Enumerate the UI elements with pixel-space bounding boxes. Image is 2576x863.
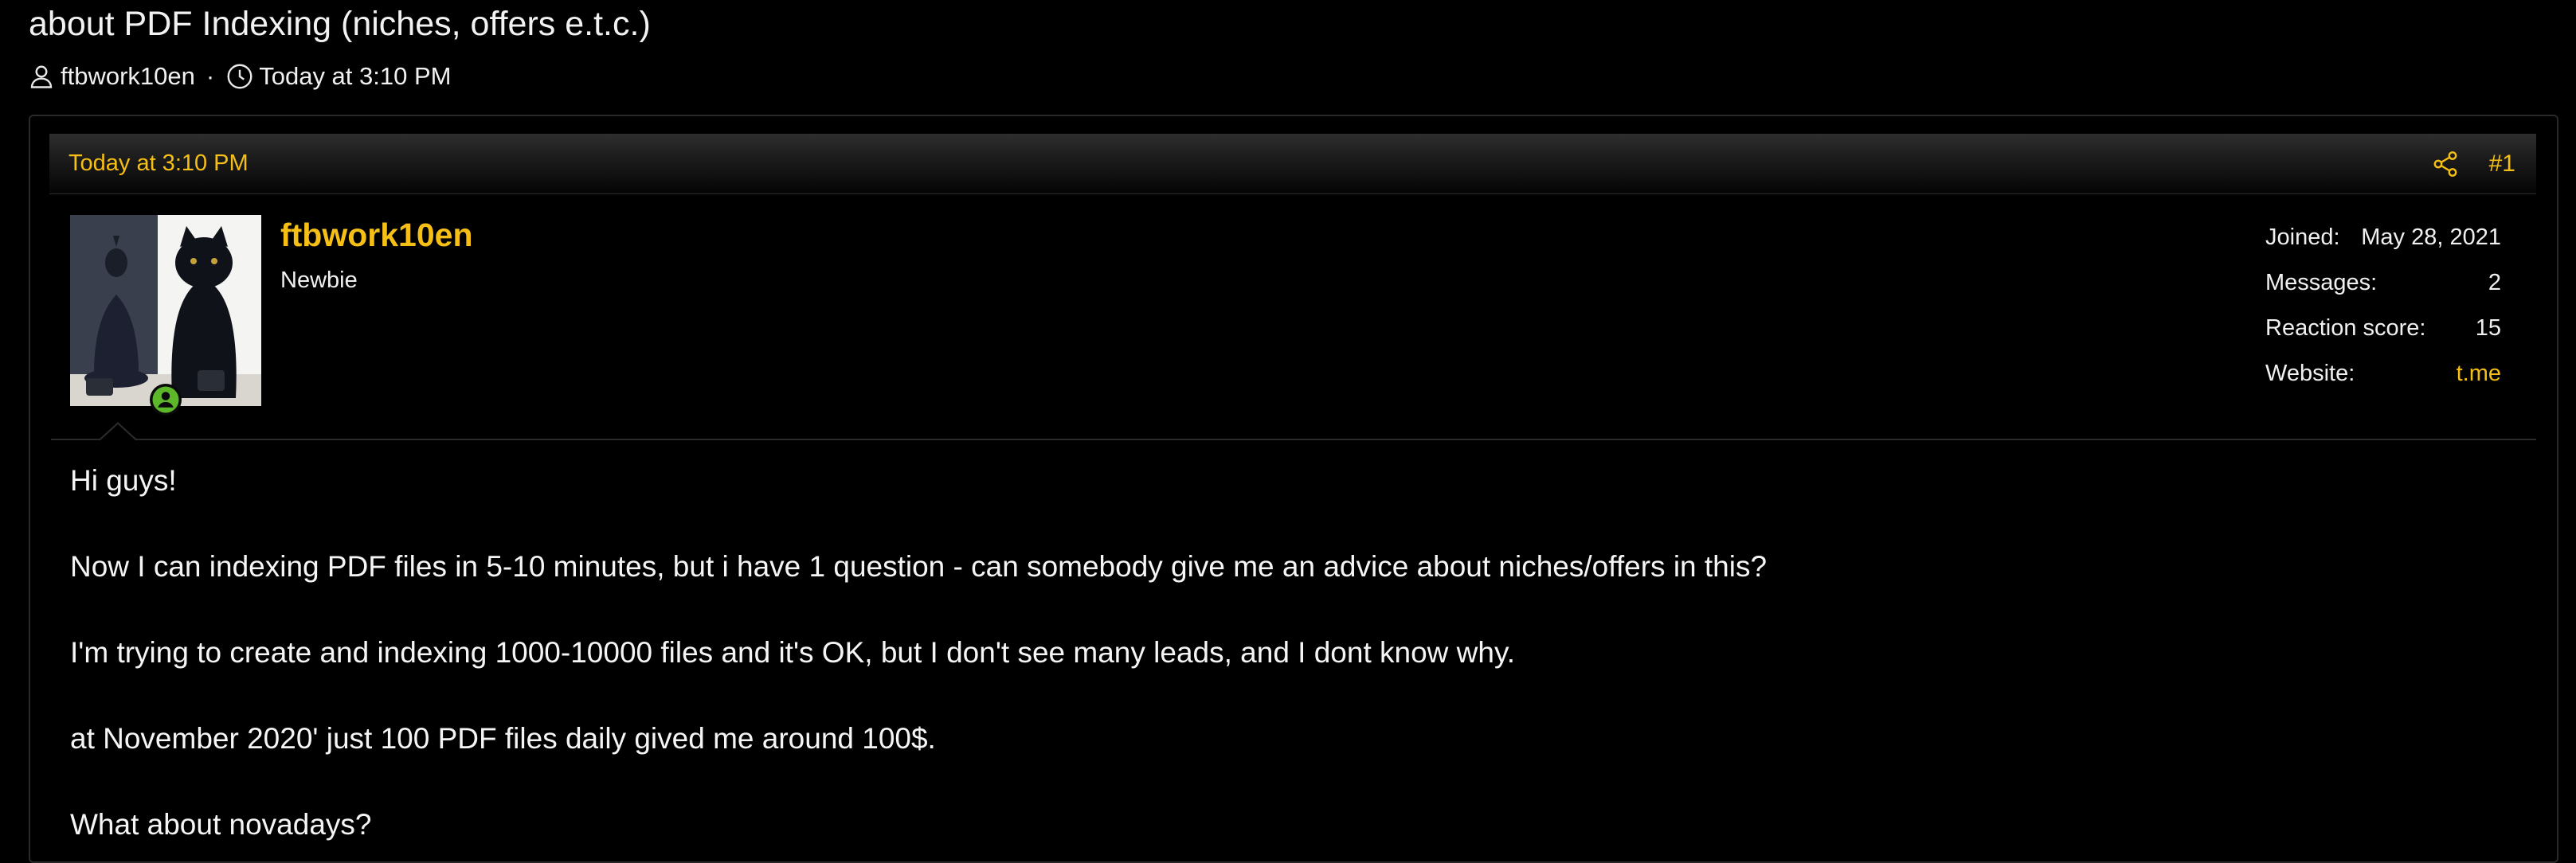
post-body: Hi guys! Now I can indexing PDF files in… (70, 455, 2539, 863)
stat-messages: Messages: 2 (2265, 260, 2501, 306)
user-stats: Joined: May 28, 2021 Messages: 2 Reactio… (2265, 215, 2501, 396)
post-number-link[interactable]: #1 (2489, 150, 2515, 178)
post-username[interactable]: ftbwork10en (280, 217, 473, 254)
thread-time-link[interactable]: Today at 3:10 PM (259, 62, 451, 91)
divider-arrow (99, 422, 137, 440)
stat-label: Joined: (2265, 225, 2340, 250)
online-status-icon (150, 384, 182, 416)
post-header: Today at 3:10 PM #1 (49, 134, 2536, 194)
stat-value: May 28, 2021 (2361, 225, 2501, 250)
user-title: Newbie (280, 267, 358, 293)
stat-label: Website: (2265, 361, 2355, 386)
thread-meta: ftbwork10en · Today at 3:10 PM (27, 59, 451, 94)
avatar[interactable] (70, 215, 261, 406)
stat-label: Reaction score: (2265, 315, 2426, 341)
stat-website: Website: t.me (2265, 351, 2501, 396)
clock-icon (225, 62, 254, 91)
thread-author-link[interactable]: ftbwork10en (61, 62, 195, 91)
stat-value: 2 (2488, 270, 2501, 295)
user-icon (27, 62, 56, 91)
meta-separator: · (206, 62, 215, 90)
post-paragraph: Hi guys! (70, 464, 177, 497)
share-icon[interactable] (2431, 150, 2460, 178)
stat-reaction-score: Reaction score: 15 (2265, 306, 2501, 351)
website-link[interactable]: t.me (2457, 361, 2501, 387)
stat-value: 15 (2475, 315, 2501, 341)
post-paragraph: at November 2020' just 100 PDF files dai… (70, 722, 936, 755)
post-paragraph: I'm trying to create and indexing 1000-1… (70, 636, 1516, 669)
post-divider (51, 439, 2536, 440)
thread-title: about PDF Indexing (niches, offers e.t.c… (29, 5, 651, 43)
post-paragraph: Now I can indexing PDF files in 5-10 min… (70, 550, 1768, 583)
post-date-link[interactable]: Today at 3:10 PM (69, 150, 249, 177)
post-paragraph: What about novadays? (70, 808, 372, 841)
stat-label: Messages: (2265, 270, 2378, 295)
stat-joined: Joined: May 28, 2021 (2265, 215, 2501, 260)
